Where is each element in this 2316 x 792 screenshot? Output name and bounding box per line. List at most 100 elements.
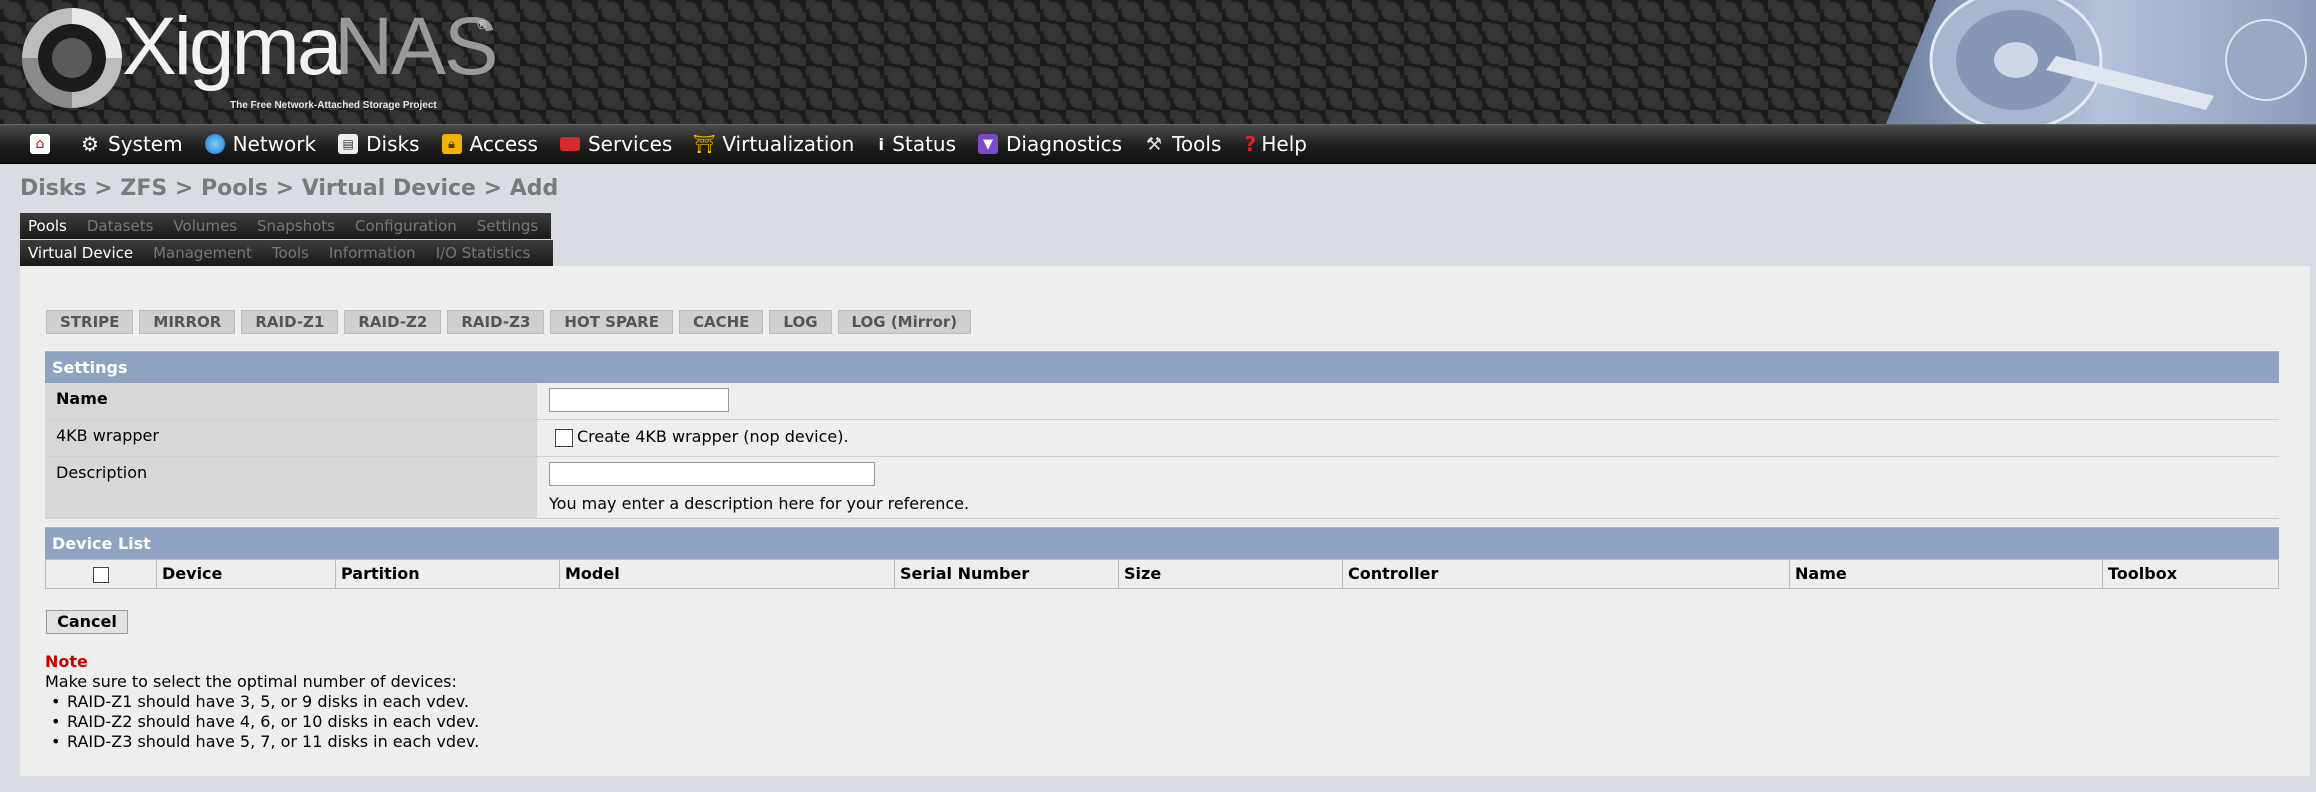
- description-row: Description You may enter a description …: [45, 457, 2279, 519]
- name-input[interactable]: [549, 388, 729, 412]
- column-controller[interactable]: Controller: [1343, 560, 1790, 588]
- column-toolbox[interactable]: Toolbox: [2103, 560, 2278, 588]
- note-block: Note Make sure to select the optimal num…: [45, 652, 479, 752]
- note-item-raidz3: RAID-Z3 should have 5, 7, or 11 disks in…: [51, 732, 479, 752]
- vdev-type-buttons: STRIPE MIRROR RAID-Z1 RAID-Z2 RAID-Z3 HO…: [46, 310, 977, 334]
- device-list-section-header: Device List: [45, 527, 2279, 559]
- 4kb-wrapper-row: 4KB wrapper Create 4KB wrapper (nop devi…: [45, 420, 2279, 457]
- nav-virtualization-label: Virtualization: [722, 132, 855, 156]
- nav-help-label: Help: [1261, 132, 1307, 156]
- 4kb-wrapper-checkbox[interactable]: [555, 428, 573, 447]
- nav-help[interactable]: ? Help: [1243, 132, 1307, 156]
- globe-icon: [204, 134, 225, 154]
- tab-information[interactable]: Information: [329, 244, 416, 262]
- 4kb-wrapper-value-cell: Create 4KB wrapper (nop device).: [537, 420, 2279, 456]
- toolbox-icon: [559, 137, 580, 151]
- funnel-icon: ▼: [978, 134, 999, 154]
- tab-tools[interactable]: Tools: [272, 244, 309, 262]
- note-intro: Make sure to select the optimal number o…: [45, 672, 457, 691]
- description-value-cell: You may enter a description here for you…: [537, 457, 2279, 518]
- xigmanas-logo[interactable]: Xigma NAS ® The Free Network-Attached St…: [18, 1, 499, 116]
- nav-home[interactable]: ⌂: [30, 134, 58, 154]
- vdev-log-button[interactable]: LOG: [769, 310, 832, 334]
- select-all-cell: [46, 560, 157, 588]
- hard-drive-illustration: [1886, 0, 2316, 124]
- nav-services[interactable]: Services: [559, 132, 673, 156]
- select-all-checkbox[interactable]: [93, 566, 109, 583]
- main-nav-bar: ⌂ ⚙ System Network ▤ Disks 🔒︎ Access Ser…: [0, 124, 2316, 164]
- settings-section-header: Settings: [45, 351, 2279, 383]
- note-item-raidz1: RAID-Z1 should have 3, 5, or 9 disks in …: [51, 692, 479, 712]
- logo-text-secondary: NAS: [334, 1, 499, 92]
- tab-virtual-device[interactable]: Virtual Device: [28, 244, 133, 262]
- 4kb-wrapper-label: 4KB wrapper: [45, 420, 537, 456]
- tab-volumes[interactable]: Volumes: [173, 217, 237, 235]
- vdev-log-mirror-button[interactable]: LOG (Mirror): [837, 310, 972, 334]
- nav-tools[interactable]: ⚒ Tools: [1144, 132, 1221, 156]
- nav-access[interactable]: 🔒︎ Access: [441, 132, 538, 156]
- tab-snapshots[interactable]: Snapshots: [257, 217, 335, 235]
- note-title: Note: [45, 652, 88, 671]
- logo-registered-mark: ®: [476, 18, 488, 32]
- description-label: Description: [45, 457, 537, 518]
- tab-configuration[interactable]: Configuration: [355, 217, 457, 235]
- wrench-icon: ⚒: [1146, 133, 1163, 155]
- vdev-stripe-button[interactable]: STRIPE: [46, 310, 134, 334]
- tab-io-statistics[interactable]: I/O Statistics: [436, 244, 531, 262]
- nav-diagnostics[interactable]: ▼ Diagnostics: [978, 132, 1122, 156]
- device-list-table-header: Device Partition Model Serial Number Siz…: [45, 559, 2279, 589]
- name-label: Name: [45, 383, 537, 419]
- lock-icon: 🔒︎: [441, 134, 462, 154]
- secondary-tab-row: Virtual Device Management Tools Informat…: [20, 240, 553, 266]
- crane-icon: ⛩: [692, 133, 716, 155]
- vdev-raidz3-button[interactable]: RAID-Z3: [447, 310, 545, 334]
- question-icon: ?: [1244, 132, 1257, 156]
- note-item-raidz2: RAID-Z2 should have 4, 6, or 10 disks in…: [51, 712, 479, 732]
- nav-disks-label: Disks: [366, 132, 420, 156]
- nav-network[interactable]: Network: [204, 132, 317, 156]
- logo-ring-icon: [22, 8, 122, 108]
- nav-services-label: Services: [587, 132, 673, 156]
- column-partition[interactable]: Partition: [336, 560, 560, 588]
- vdev-raidz2-button[interactable]: RAID-Z2: [344, 310, 442, 334]
- disk-icon: ▤: [338, 134, 359, 154]
- vdev-raidz1-button[interactable]: RAID-Z1: [241, 310, 339, 334]
- nav-virtualization[interactable]: ⛩ Virtualization: [692, 132, 855, 156]
- nav-status[interactable]: i Status: [876, 132, 956, 156]
- note-list: RAID-Z1 should have 3, 5, or 9 disks in …: [45, 692, 479, 752]
- tab-datasets[interactable]: Datasets: [87, 217, 154, 235]
- logo-tagline: The Free Network-Attached Storage Projec…: [230, 100, 437, 111]
- vdev-mirror-button[interactable]: MIRROR: [139, 310, 236, 334]
- vdev-hot-spare-button[interactable]: HOT SPARE: [550, 310, 673, 334]
- breadcrumb: Disks > ZFS > Pools > Virtual Device > A…: [20, 176, 559, 201]
- header-banner: Xigma NAS ® The Free Network-Attached St…: [0, 0, 2316, 124]
- gear-icon: ⚙: [81, 132, 99, 156]
- vdev-cache-button[interactable]: CACHE: [678, 310, 764, 334]
- column-model[interactable]: Model: [560, 560, 895, 588]
- nav-network-label: Network: [232, 132, 317, 156]
- description-input[interactable]: [549, 462, 875, 486]
- primary-tab-row: Pools Datasets Volumes Snapshots Configu…: [20, 213, 551, 239]
- content-panel: STRIPE MIRROR RAID-Z1 RAID-Z2 RAID-Z3 HO…: [20, 266, 2310, 776]
- logo-text-primary: Xigma: [122, 1, 342, 92]
- description-hint: You may enter a description here for you…: [549, 494, 970, 513]
- nav-access-label: Access: [469, 132, 538, 156]
- column-device[interactable]: Device: [157, 560, 336, 588]
- tab-management[interactable]: Management: [153, 244, 252, 262]
- nav-status-label: Status: [892, 132, 957, 156]
- name-value-cell: [537, 383, 2279, 419]
- nav-system-label: System: [108, 132, 183, 156]
- home-icon: ⌂: [30, 134, 50, 154]
- name-row: Name: [45, 383, 2279, 420]
- cancel-button[interactable]: Cancel: [46, 610, 128, 634]
- 4kb-wrapper-text: Create 4KB wrapper (nop device).: [577, 427, 849, 446]
- column-size[interactable]: Size: [1119, 560, 1343, 588]
- nav-system[interactable]: ⚙ System: [80, 132, 183, 156]
- info-icon: i: [878, 134, 885, 154]
- nav-tools-label: Tools: [1172, 132, 1222, 156]
- column-name[interactable]: Name: [1790, 560, 2103, 588]
- column-serial-number[interactable]: Serial Number: [895, 560, 1119, 588]
- tab-pools[interactable]: Pools: [28, 217, 67, 235]
- tab-settings[interactable]: Settings: [477, 217, 539, 235]
- nav-disks[interactable]: ▤ Disks: [338, 132, 420, 156]
